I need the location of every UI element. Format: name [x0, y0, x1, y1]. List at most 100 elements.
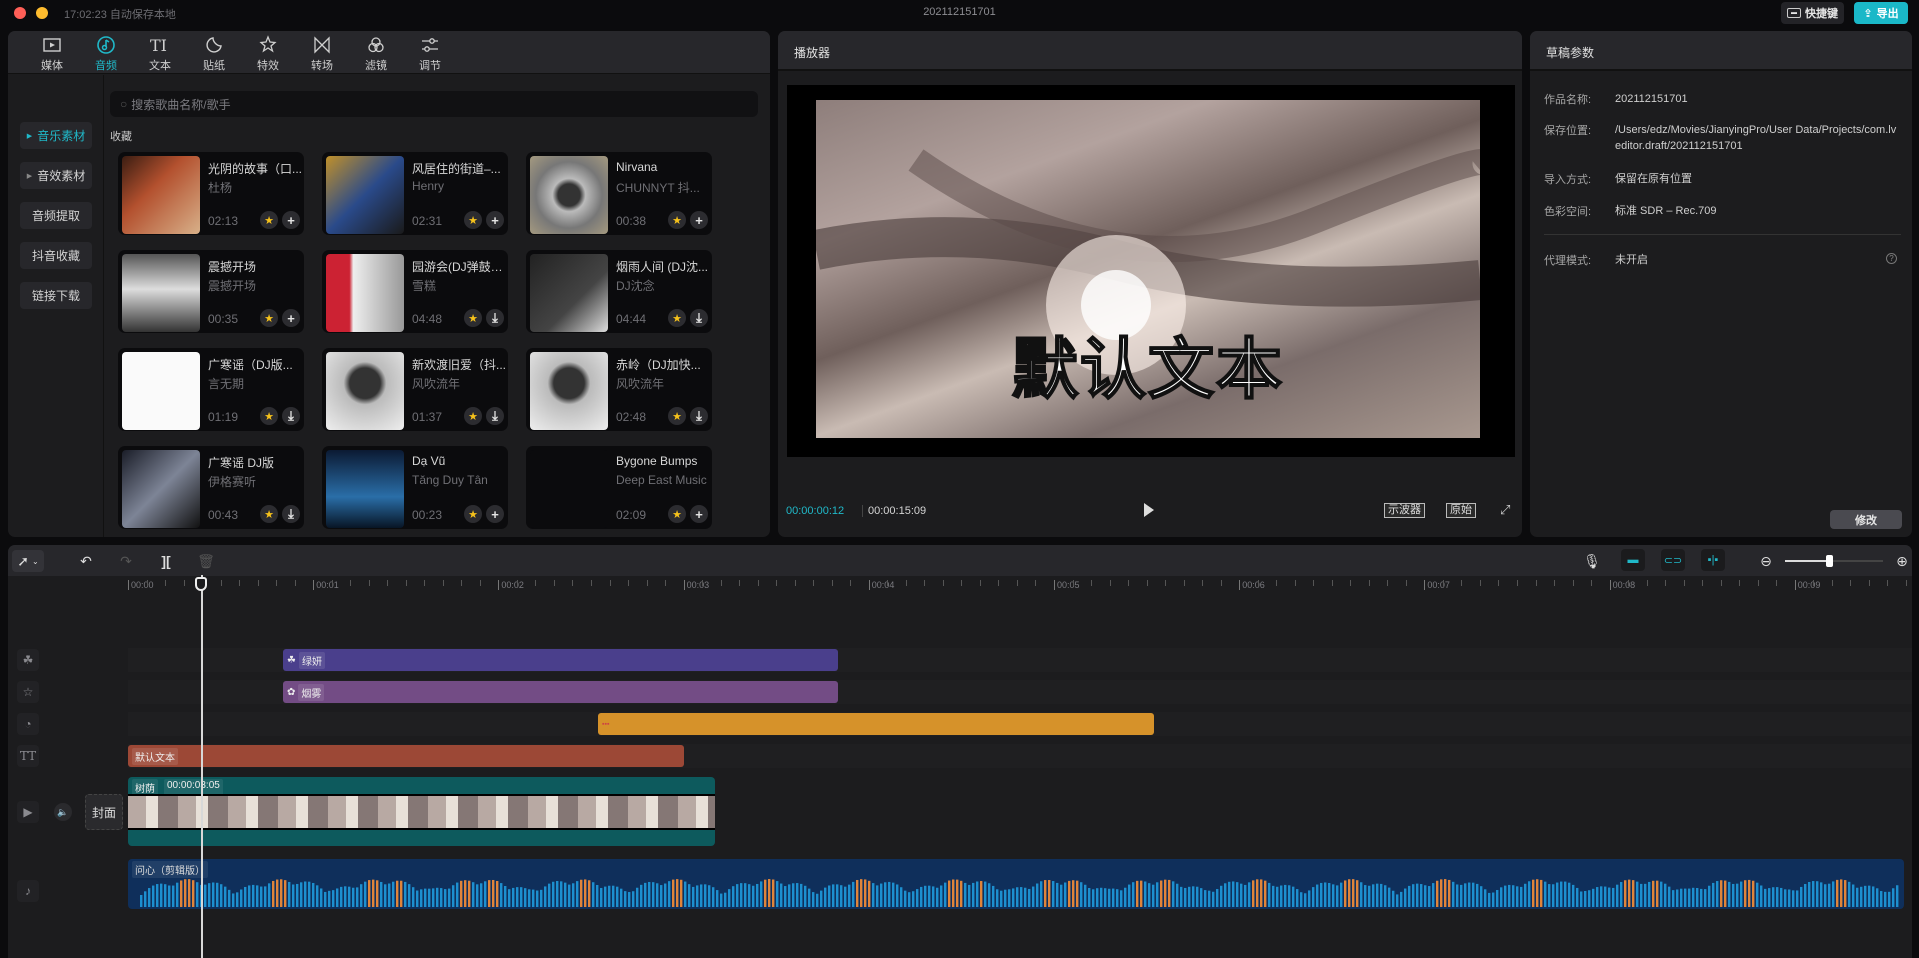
export-button[interactable]: ⇪ 导出 [1854, 2, 1908, 24]
zoom-in-button[interactable]: ⊕ [1894, 550, 1910, 572]
auto-snap-toggle[interactable]: ▬ [1621, 549, 1645, 571]
download-icon[interactable]: ⤓ [282, 407, 300, 425]
track-card[interactable]: Nirvana CHUNNYT 抖... 00:38 ★ + [526, 152, 712, 235]
redo-button[interactable]: ↷ [116, 550, 136, 572]
help-icon[interactable]: ? [1886, 253, 1897, 264]
favorite-star-icon[interactable]: ★ [260, 505, 278, 523]
sticker-clip[interactable]: ▪▪▪ [598, 713, 1154, 735]
track-card[interactable]: Dạ Vũ Tăng Duy Tân 00:23 ★ + [322, 446, 508, 529]
track-card[interactable]: 烟雨人间 (DJ沈... DJ沈念 04:44 ★ ⤓ [526, 250, 712, 333]
waveform-bar [324, 891, 327, 907]
playhead-handle[interactable] [195, 577, 207, 591]
favorite-star-icon[interactable]: ★ [464, 211, 482, 229]
waveform-bar [1744, 880, 1747, 907]
undo-button[interactable]: ↶ [76, 550, 96, 572]
preview-viewport[interactable]: 默认文本 [787, 85, 1515, 457]
track-card[interactable]: 风居住的街道–... Henry 02:31 ★ + [322, 152, 508, 235]
audio-clip[interactable]: 问心（剪辑版） [128, 859, 1904, 909]
waveform-bar [776, 881, 779, 907]
favorite-star-icon[interactable]: ★ [260, 309, 278, 327]
zoom-out-button[interactable]: ⊖ [1758, 550, 1774, 572]
subtitle-overlay[interactable]: 默认文本 [816, 316, 1480, 412]
waveform-bar [364, 881, 367, 907]
zoom-slider-handle[interactable] [1826, 555, 1834, 567]
link-icon: ⊂⊃ [1663, 554, 1683, 567]
tab-effects[interactable]: 特效 [241, 31, 295, 73]
text-clip[interactable]: 默认文本 [128, 745, 684, 767]
add-to-track-icon[interactable]: + [486, 505, 504, 523]
track-card[interactable]: 赤岭（DJ加快... 风吹流年 02:48 ★ ⤓ [526, 348, 712, 431]
select-tool-button[interactable]: ➚ ⌄ [12, 550, 44, 572]
tab-filter[interactable]: 滤镜 [349, 31, 403, 73]
track-artist: 伊格赛听 [208, 475, 257, 489]
favorite-star-icon[interactable]: ★ [668, 505, 686, 523]
shortcut-button[interactable]: ▬ 快捷键 [1781, 2, 1844, 24]
add-to-track-icon[interactable]: + [690, 211, 708, 229]
mute-track-button[interactable]: 🔈 [54, 803, 72, 821]
track-card[interactable]: 震撼开场 震撼开场 00:35 ★ + [118, 250, 304, 333]
add-to-track-icon[interactable]: + [282, 211, 300, 229]
track-card[interactable]: Bygone Bumps Deep East Music 02:09 ★ + [526, 446, 712, 529]
waveform-bar [424, 888, 427, 907]
download-icon[interactable]: ⤓ [282, 505, 300, 523]
favorite-star-icon[interactable]: ★ [668, 407, 686, 425]
text-icon: TI [150, 36, 167, 55]
sidebar-item-link-download[interactable]: 链接下载 [20, 282, 92, 309]
delete-button[interactable]: 🗑 [196, 550, 216, 572]
waveform-bar [796, 883, 799, 907]
aspect-original-button[interactable]: 原始 [1446, 503, 1476, 518]
favorite-star-icon[interactable]: ★ [464, 407, 482, 425]
tab-text[interactable]: TI 文本 [133, 31, 187, 73]
track-card[interactable]: 园游会(DJ弹鼓版) 雪糕 04:48 ★ ⤓ [322, 250, 508, 333]
oscilloscope-button[interactable]: 示波器 [1384, 503, 1425, 518]
track-card[interactable]: 光阴的故事（口... 杜杨 02:13 ★ + [118, 152, 304, 235]
favorite-star-icon[interactable]: ★ [668, 211, 686, 229]
link-toggle[interactable]: ⊂⊃ [1661, 549, 1685, 571]
sidebar-item-audio-extract[interactable]: 音频提取 [20, 202, 92, 229]
favorite-star-icon[interactable]: ★ [464, 505, 482, 523]
filter-clip[interactable]: ☘ 绿妍 [283, 649, 838, 671]
favorite-star-icon[interactable]: ★ [260, 211, 278, 229]
favorite-star-icon[interactable]: ★ [260, 407, 278, 425]
waveform-bar [1180, 886, 1183, 907]
play-button[interactable] [1144, 503, 1154, 517]
modify-button[interactable]: 修改 [1830, 510, 1902, 529]
split-button[interactable]: ][ [156, 550, 176, 572]
tab-transition[interactable]: 转场 [295, 31, 349, 73]
track-card[interactable]: 新欢渡旧爱（抖... 风吹流年 01:37 ★ ⤓ [322, 348, 508, 431]
sidebar-item-sound-effects[interactable]: ▶ 音效素材 [20, 162, 92, 189]
playhead-line[interactable] [201, 575, 203, 958]
time-ruler[interactable]: 00:00 00:01 00:02 00:03 00:04 00:05 00:06 00:07… [8, 576, 1912, 598]
record-audio-button[interactable]: 🎙 [1582, 550, 1602, 572]
tab-audio[interactable]: 音频 [79, 31, 133, 73]
tab-media[interactable]: 媒体 [25, 31, 79, 73]
tab-adjust[interactable]: 调节 [403, 31, 457, 73]
download-icon[interactable]: ⤓ [690, 309, 708, 327]
music-search-input[interactable]: ○ 搜索歌曲名称/歌手 [110, 91, 758, 117]
track-card[interactable]: 广寒谣（DJ版... 言无期 01:19 ★ ⤓ [118, 348, 304, 431]
sidebar-item-music[interactable]: ▶ 音乐素材 [20, 122, 92, 149]
add-to-track-icon[interactable]: + [282, 309, 300, 327]
add-to-track-icon[interactable]: + [690, 505, 708, 523]
waveform-bar [480, 883, 483, 907]
add-to-track-icon[interactable]: + [486, 211, 504, 229]
sidebar-item-douyin-favorites[interactable]: 抖音收藏 [20, 242, 92, 269]
timeline-zoom-slider[interactable] [1785, 555, 1883, 567]
effect-clip[interactable]: ✿ 烟雾 [283, 681, 838, 703]
favorite-star-icon[interactable]: ★ [464, 309, 482, 327]
track-card[interactable]: 广寒谣 DJ版 伊格赛听 00:43 ★ ⤓ [118, 446, 304, 529]
cover-button[interactable]: 封面 [85, 794, 123, 830]
download-icon[interactable]: ⤓ [486, 309, 504, 327]
preview-axis-toggle[interactable]: ▪|▪ [1701, 549, 1725, 571]
tab-sticker[interactable]: 贴纸 [187, 31, 241, 73]
waveform-bar [1824, 884, 1827, 907]
clip-label: 绿妍 [298, 651, 325, 669]
waveform-bar [1288, 885, 1291, 907]
waveform-bar [676, 879, 679, 907]
download-icon[interactable]: ⤓ [486, 407, 504, 425]
video-clip[interactable]: 树荫 00:00:03:05 [128, 777, 715, 846]
fullscreen-icon[interactable]: ⤢ [1500, 502, 1510, 518]
favorite-star-icon[interactable]: ★ [668, 309, 686, 327]
download-icon[interactable]: ⤓ [690, 407, 708, 425]
param-value: 标准 SDR – Rec.709 [1615, 205, 1717, 217]
